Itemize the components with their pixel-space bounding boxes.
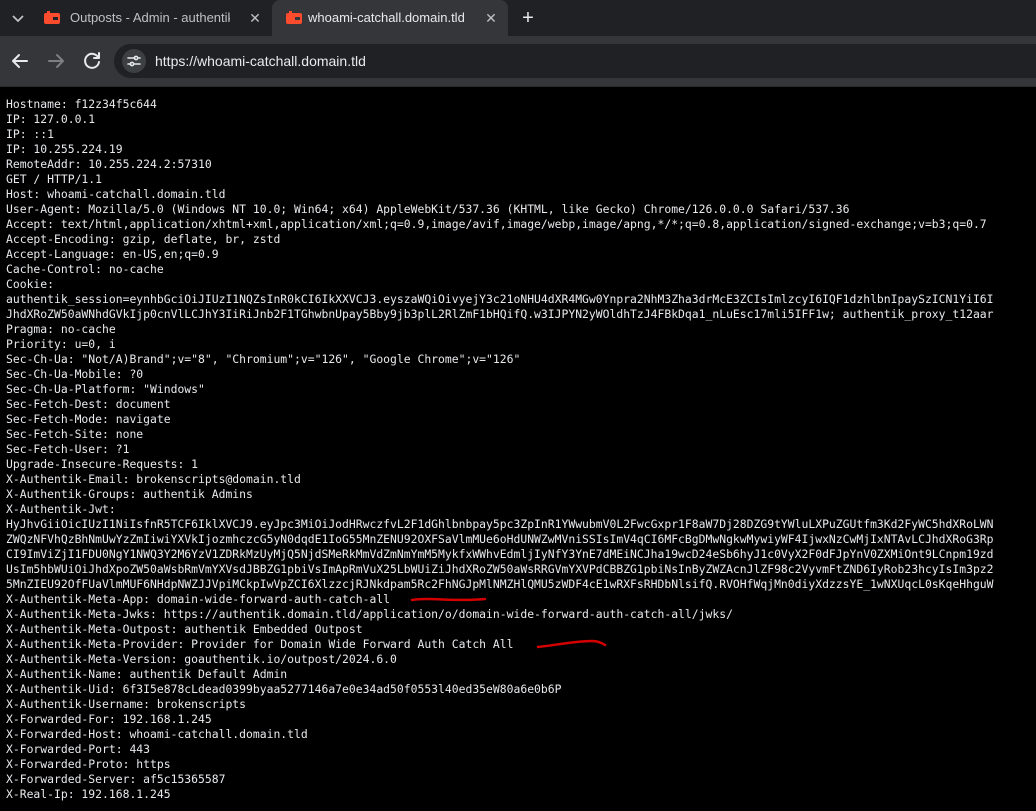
header-line: X-Real-Ip: 192.168.1.245 [6, 787, 171, 801]
back-arrow-icon[interactable] [8, 49, 32, 73]
header-line: Cache-Control: no-cache [6, 262, 164, 276]
header-line: Accept-Language: en-US,en;q=0.9 [6, 247, 219, 261]
site-info-icon[interactable] [122, 49, 146, 73]
header-line: Hostname: f12z34f5c644 [6, 97, 157, 111]
header-line: Accept-Encoding: gzip, deflate, br, zstd [6, 232, 281, 246]
header-line: Pragma: no-cache [6, 322, 116, 336]
header-line: X-Authentik-Name: authentik Default Admi… [6, 667, 288, 681]
header-line: Priority: u=0, i [6, 337, 116, 351]
header-line: 5MnZIEU92OfFUaVlmMUF6NHdpNWZJJVpiMCkpIwV… [6, 577, 994, 591]
header-line: User-Agent: Mozilla/5.0 (Windows NT 10.0… [6, 202, 850, 216]
tab-title: whoami-catchall.domain.tld [308, 10, 465, 25]
header-line: Sec-Ch-Ua-Platform: "Windows" [6, 382, 205, 396]
header-line: ZWQzNFVhQzBhNmUwYzZmIiwiYXVkIjozmhczcG5y… [6, 532, 994, 546]
header-line: X-Authentik-Username: brokenscripts [6, 697, 247, 711]
header-line: X-Forwarded-Port: 443 [6, 742, 151, 756]
header-line: IP: 10.255.224.19 [6, 142, 123, 156]
header-line: JhdXRoZW50aWNhdGVkIjp0cnVlLCJhY3IiRiJnb2… [6, 307, 994, 321]
header-line: Sec-Fetch-Site: none [6, 427, 144, 441]
tab-close-icon[interactable]: ✕ [482, 9, 500, 27]
page-content: Hostname: f12z34f5c644 IP: 127.0.0.1 IP: :… [0, 87, 1036, 811]
header-line: Accept: text/html,application/xhtml+xml,… [6, 217, 987, 231]
tab-strip: Outposts - Admin - authentik ✕ whoami-ca… [0, 0, 1036, 36]
header-line: X-Authentik-Meta-App: domain-wide-forwar… [6, 592, 391, 606]
header-line: X-Forwarded-Proto: https [6, 757, 171, 771]
header-line: X-Forwarded-Server: af5c15365587 [6, 772, 226, 786]
tab-outposts-admin[interactable]: Outposts - Admin - authentik ✕ [0, 0, 272, 36]
header-line: Host: whoami-catchall.domain.tld [6, 187, 226, 201]
header-line: X-Authentik-Jwt: [6, 502, 116, 516]
header-line: Sec-Fetch-Mode: navigate [6, 412, 171, 426]
header-line: Sec-Fetch-Dest: document [6, 397, 171, 411]
header-line: X-Authentik-Groups: authentik Admins [6, 487, 253, 501]
reload-icon[interactable] [80, 49, 104, 73]
header-line: GET / HTTP/1.1 [6, 172, 103, 186]
header-line: Upgrade-Insecure-Requests: 1 [6, 457, 199, 471]
header-line: Sec-Ch-Ua-Mobile: ?0 [6, 367, 144, 381]
url-text: https://whoami-catchall.domain.tld [155, 53, 366, 69]
tab-close-icon[interactable]: ✕ [246, 9, 264, 27]
header-line: X-Authentik-Meta-Provider: Provider for … [6, 637, 514, 651]
header-line: X-Forwarded-For: 192.168.1.245 [6, 712, 212, 726]
header-line: RemoteAddr: 10.255.224.2:57310 [6, 157, 212, 171]
header-line: authentik_session=eynhbGciOiJIUzI1NQZsIn… [6, 292, 994, 306]
header-line: CI9ImViZjI1FDU0NgY1NWQ3Y2M6YzV1ZDRkMzUyM… [6, 547, 994, 561]
header-line: HyJhvGiiOicIUzI1NiIsfnR5TCF6IklXVCJ9.eyJ… [6, 517, 994, 531]
header-line: Cookie: [6, 277, 55, 291]
header-line: X-Authentik-Uid: 6f3I5e878cLdead0399byaa… [6, 682, 562, 696]
forward-arrow-icon[interactable] [44, 49, 68, 73]
header-line: IP: ::1 [6, 127, 55, 141]
address-bar[interactable]: https://whoami-catchall.domain.tld [114, 44, 1036, 78]
header-line: X-Forwarded-Host: whoami-catchall.domain… [6, 727, 308, 741]
header-line: X-Authentik-Meta-Version: goauthentik.io… [6, 652, 397, 666]
authentik-icon [286, 10, 302, 26]
header-line: X-Authentik-Meta-Jwks: https://authentik… [6, 607, 733, 621]
header-line: IP: 127.0.0.1 [6, 112, 96, 126]
tab-whoami-catchall[interactable]: whoami-catchall.domain.tld ✕ [272, 0, 508, 36]
new-tab-icon[interactable]: + [517, 7, 539, 29]
header-line: Sec-Ch-Ua: "Not/A)Brand";v="8", "Chromiu… [6, 352, 521, 366]
header-list: Hostname: f12z34f5c644 IP: 127.0.0.1 IP: :… [6, 97, 994, 802]
tab-title: Outposts - Admin - authentik [70, 10, 230, 25]
header-line: X-Authentik-Email: brokenscripts@domain.… [6, 472, 301, 486]
authentik-icon [44, 10, 60, 26]
browser-toolbar: https://whoami-catchall.domain.tld [0, 36, 1036, 87]
header-line: X-Authentik-Meta-Outpost: authentik Embe… [6, 622, 363, 636]
header-line: Sec-Fetch-User: ?1 [6, 442, 130, 456]
header-line: UsIm5hbWUiOiJhdXpoZW50aWsbRmVmYXVsdJBBZG… [6, 562, 994, 576]
